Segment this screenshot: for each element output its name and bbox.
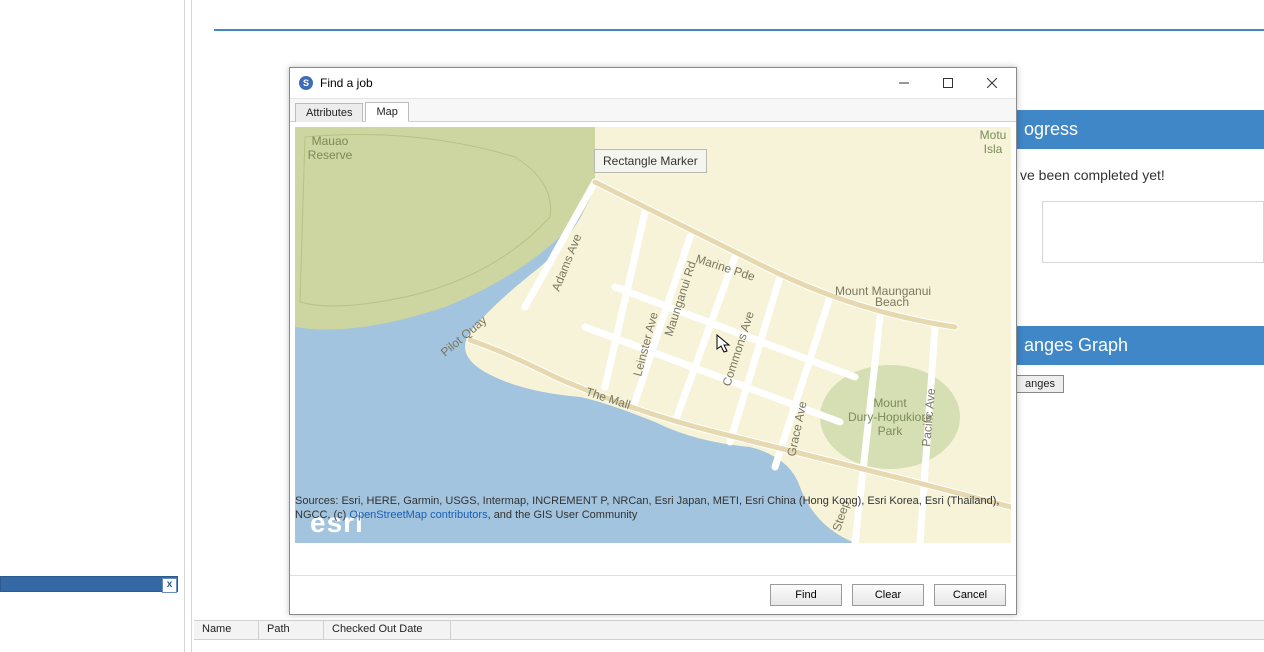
osm-link[interactable]: OpenStreetMap contributors (349, 509, 487, 521)
attr-suffix: , and the GIS User Community (488, 509, 638, 521)
header-rule (214, 29, 1264, 31)
col-path[interactable]: Path (259, 621, 324, 639)
svg-text:S: S (303, 78, 309, 88)
minimize-icon (899, 78, 909, 88)
tab-bar: Attributes Map (290, 99, 1016, 122)
rectangle-marker-tooltip: Rectangle Marker (594, 149, 707, 173)
dialog-title: Find a job (320, 76, 882, 90)
graph-button[interactable]: anges (1016, 375, 1064, 393)
progress-panel: ogress ve been completed yet! (1012, 110, 1264, 263)
tab-map[interactable]: Map (365, 102, 408, 122)
titlebar[interactable]: S Find a job (290, 68, 1016, 99)
maximize-icon (943, 78, 953, 88)
vertical-splitter[interactable] (184, 0, 192, 652)
left-panel-header (0, 576, 178, 592)
close-button[interactable] (970, 69, 1014, 97)
clear-button[interactable]: Clear (852, 584, 924, 606)
minimize-button[interactable] (882, 69, 926, 97)
progress-header: ogress (1012, 110, 1264, 149)
close-icon (987, 78, 997, 88)
graph-header: anges Graph (1012, 326, 1264, 365)
col-checked-out[interactable]: Checked Out Date (324, 621, 451, 639)
label-motu: MotuIsla (980, 128, 1007, 156)
tab-attributes[interactable]: Attributes (295, 103, 363, 122)
maximize-button[interactable] (926, 69, 970, 97)
map-container: MauaoReserve MotuIsla MountDury-Hopukior… (295, 127, 1011, 543)
progress-box (1042, 201, 1264, 263)
col-name[interactable]: Name (194, 621, 259, 639)
map-attribution: Sources: Esri, HERE, Garmin, USGS, Inter… (295, 494, 1011, 522)
label-mauao-reserve: MauaoReserve (308, 134, 353, 162)
progress-text: ve been completed yet! (1012, 149, 1264, 195)
find-button[interactable]: Find (770, 584, 842, 606)
app-icon: S (298, 75, 314, 91)
table-header-row: Name Path Checked Out Date (194, 620, 1264, 640)
find-a-job-dialog: S Find a job Attributes Map (289, 67, 1017, 615)
graph-panel: anges Graph anges (1012, 326, 1264, 393)
map-canvas[interactable]: MauaoReserve MotuIsla MountDury-Hopukior… (295, 127, 1011, 543)
cancel-button[interactable]: Cancel (934, 584, 1006, 606)
dialog-button-bar: Find Clear Cancel (290, 575, 1016, 614)
close-thumb-icon[interactable]: x (162, 578, 177, 593)
